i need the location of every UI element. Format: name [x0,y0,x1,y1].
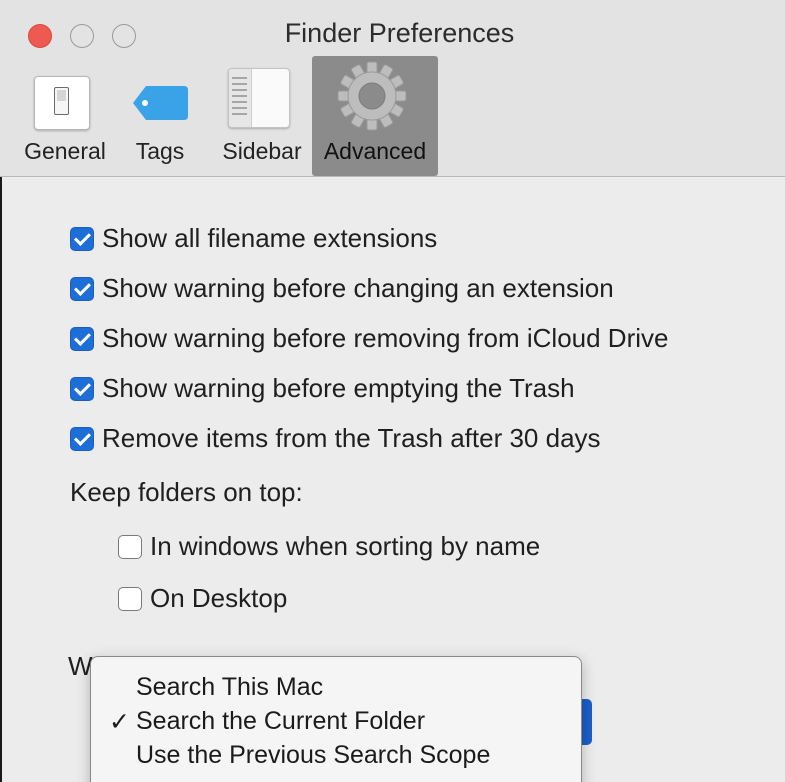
checkbox-checked[interactable] [70,226,94,251]
finder-preferences-window: Finder Preferences General Tags Sidebar … [0,0,785,782]
checkbox-checked[interactable] [70,376,94,401]
tab-general[interactable]: General [18,56,118,176]
checkbox-checked[interactable] [70,276,94,301]
option-label: On Desktop [150,583,288,613]
tab-tags-label: Tags [135,138,185,164]
menu-item-label: Search the Current Folder [136,707,426,735]
search-scope-menu: Search This Mac ✓ Search the Current Fol… [90,656,582,782]
preferences-toolbar: General Tags Sidebar Advanced [0,56,785,177]
tab-sidebar[interactable]: Sidebar [210,56,310,176]
checkbox-unchecked[interactable] [118,534,142,559]
checkbox-checked[interactable] [70,326,94,351]
option-label: Show warning before emptying the Trash [102,373,575,403]
option-label: Show all filename extensions [102,223,438,253]
checkbox-checked[interactable] [70,426,94,451]
option-folders-top-windows[interactable]: In windows when sorting by name [118,531,540,562]
option-label: Show warning before changing an extensio… [102,273,614,303]
option-remove-trash-30-days[interactable]: Remove items from the Trash after 30 day… [70,423,601,454]
option-warn-empty-trash[interactable]: Show warning before emptying the Trash [70,373,575,404]
option-label: In windows when sorting by name [150,531,541,561]
menu-item-previous-scope[interactable]: Use the Previous Search Scope [91,741,581,775]
search-scope-label: W [68,651,93,681]
window-title: Finder Preferences [284,18,515,48]
menu-item-label: Search This Mac [136,673,324,701]
checkmark-icon: ✓ [109,708,130,736]
menu-item-search-this-mac[interactable]: Search This Mac [91,673,581,707]
tab-tags[interactable]: Tags [120,56,206,176]
tab-advanced[interactable]: Advanced [312,56,438,176]
option-show-extensions[interactable]: Show all filename extensions [70,223,437,254]
keep-folders-label: Keep folders on top: [70,477,303,507]
titlebar: Finder Preferences [0,0,785,56]
tab-sidebar-label: Sidebar [222,138,302,164]
option-warn-change-extension[interactable]: Show warning before changing an extensio… [70,273,614,304]
checkbox-unchecked[interactable] [118,586,142,611]
tab-general-label: General [24,138,106,164]
option-label: Remove items from the Trash after 30 day… [102,423,601,453]
general-switch-icon [34,76,90,130]
option-folders-top-desktop[interactable]: On Desktop [118,583,287,614]
option-warn-icloud-remove[interactable]: Show warning before removing from iCloud… [70,323,668,354]
tab-advanced-label: Advanced [323,138,427,164]
tag-icon [133,86,188,120]
menu-item-label: Use the Previous Search Scope [136,741,491,769]
menu-item-search-current-folder[interactable]: ✓ Search the Current Folder [91,707,581,741]
option-label: Show warning before removing from iCloud… [102,323,669,353]
sidebar-icon [228,68,290,128]
gear-icon [337,61,407,131]
